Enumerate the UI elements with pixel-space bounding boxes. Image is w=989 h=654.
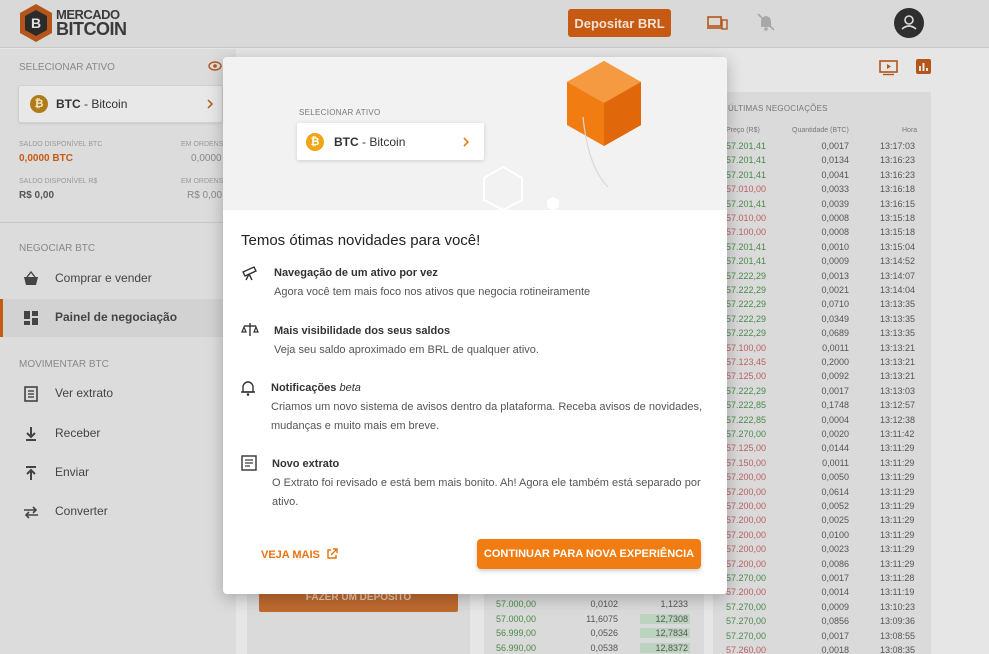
preview-symbol: BTC [334, 135, 359, 149]
preview-select-asset-label: SELECIONAR ATIVO [299, 108, 381, 117]
balance-scale-icon [241, 323, 259, 336]
veja-mais-label: VEJA MAIS [261, 549, 320, 561]
news-modal: SELECIONAR ATIVO ₿ BTC - Bitcoin Temos ó… [223, 57, 727, 594]
preview-asset-card: ₿ BTC - Bitcoin [297, 123, 484, 160]
preview-name: Bitcoin [369, 135, 406, 149]
feature-desc: O Extrato foi revisado e está bem mais b… [272, 477, 701, 508]
continuar-button[interactable]: CONTINUAR PARA NOVA EXPERIÊNCIA [477, 539, 701, 569]
modal-title: Temos ótimas novidades para você! [241, 232, 481, 249]
preview-asset-label: BTC - Bitcoin [334, 135, 405, 149]
beta-tag: beta [339, 382, 361, 394]
feature-desc: Veja seu saldo aproximado em BRL de qual… [274, 344, 539, 356]
statement-icon [241, 455, 257, 471]
feature-title: Navegação de um ativo por vez [274, 267, 438, 279]
feature-title: Notificações beta [271, 382, 361, 394]
feature-title-text: Notificações [271, 382, 340, 394]
preview-sep: - [358, 135, 370, 149]
telescope-icon [242, 266, 257, 281]
feature-desc: Criamos um novo sistema de avisos dentro… [271, 401, 703, 432]
modal-hero: SELECIONAR ATIVO ₿ BTC - Bitcoin [223, 57, 727, 210]
external-link-icon [327, 548, 338, 559]
feature-title: Mais visibilidade dos seus saldos [274, 325, 451, 337]
bell-icon [241, 381, 255, 396]
veja-mais-link[interactable]: VEJA MAIS [261, 548, 338, 561]
feature-title: Novo extrato [272, 458, 340, 470]
feature-desc: Agora você tem mais foco nos ativos que … [274, 286, 591, 298]
bitcoin-coin-icon: ₿ [306, 133, 324, 151]
chevron-right-icon [463, 137, 470, 147]
